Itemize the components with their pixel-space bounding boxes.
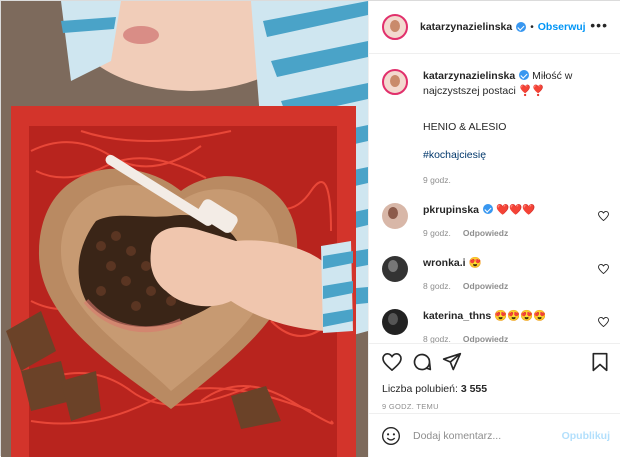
comments-section[interactable]: katarzynazielinska Miłość w najczystszej… [369, 54, 620, 343]
post-actions: Liczba polubień: 3 555 9 GODZ. TEMU [369, 343, 620, 413]
comment-item: wronka.i 😍 8 godz. Odpowiedz [382, 256, 609, 291]
posted-time: 9 GODZ. TEMU [382, 402, 439, 411]
verified-icon [519, 70, 530, 80]
comment-text: 😍😍😍😍 [494, 310, 547, 322]
author-username[interactable]: katarzynazielinska [420, 21, 512, 33]
action-icons [382, 350, 609, 374]
comment-text-line: katerina_thns 😍😍😍😍 [423, 309, 603, 324]
comment-text: 😍 [468, 257, 482, 269]
commenter-avatar[interactable] [382, 256, 408, 282]
comment-like-heart-icon[interactable] [598, 211, 609, 221]
comment-time: 9 godz. [423, 228, 451, 238]
comment-meta: 8 godz. Odpowiedz [423, 281, 603, 291]
share-icon[interactable] [442, 352, 462, 372]
commenter-avatar[interactable] [382, 203, 408, 229]
emoji-icon[interactable] [381, 426, 401, 446]
reply-button[interactable]: Odpowiedz [463, 281, 508, 291]
comment-username[interactable]: katerina_thns [423, 310, 491, 322]
comment-username[interactable]: wronka.i [423, 257, 466, 269]
post-header: katarzynazielinska • Obserwuj ••• [369, 1, 620, 54]
comment-text-line: pkrupinska ❤️❤️❤️ [423, 203, 603, 218]
comment-item: pkrupinska ❤️❤️❤️ 9 godz. Odpowiedz [382, 203, 609, 238]
reply-button[interactable]: Odpowiedz [463, 228, 508, 238]
comment-composer: Opublikuj [369, 413, 620, 457]
caption-time: 9 godz. [423, 175, 451, 185]
comment-like-heart-icon[interactable] [598, 317, 609, 327]
verified-icon [483, 204, 494, 214]
verified-icon [516, 22, 527, 32]
follow-button[interactable]: Obserwuj [538, 21, 586, 33]
caption: katarzynazielinska Miłość w najczystszej… [382, 69, 609, 185]
commenter-avatar[interactable] [382, 309, 408, 335]
instagram-post-window: katarzynazielinska • Obserwuj ••• katarz… [0, 0, 620, 457]
post-sidebar: katarzynazielinska • Obserwuj ••• katarz… [368, 1, 620, 457]
comment-text: ❤️❤️❤️ [495, 204, 536, 216]
comment-item: katerina_thns 😍😍😍😍 8 godz. Odpowiedz [382, 309, 609, 343]
hashtag-link[interactable]: #kochajciesię [423, 149, 603, 161]
reply-button[interactable]: Odpowiedz [463, 334, 508, 343]
caption-line2: HENIO & ALESIO [423, 121, 507, 133]
comment-input[interactable] [413, 429, 553, 442]
likes-label: Liczba polubień: [382, 383, 458, 395]
caption-avatar[interactable] [382, 69, 408, 95]
likes-count[interactable]: Liczba polubień: 3 555 [382, 383, 609, 395]
separator-dot: • [530, 21, 534, 33]
comment-username[interactable]: pkrupinska [423, 204, 479, 216]
caption-username[interactable]: katarzynazielinska [423, 70, 515, 82]
heart-icon[interactable] [382, 353, 402, 371]
caption-text-line: katarzynazielinska Miłość w najczystszej… [423, 69, 603, 99]
comment-meta: 9 godz. Odpowiedz [423, 228, 603, 238]
more-icon[interactable]: ••• [590, 18, 608, 32]
comment-time: 8 godz. [423, 281, 451, 291]
likes-number: 3 555 [460, 383, 488, 395]
post-photo[interactable] [1, 1, 368, 457]
comment-time: 8 godz. [423, 334, 451, 343]
bookmark-icon[interactable] [591, 352, 609, 372]
author-avatar[interactable] [382, 14, 408, 40]
comment-like-heart-icon[interactable] [598, 264, 609, 274]
publish-button[interactable]: Opublikuj [562, 430, 610, 442]
comment-text-line: wronka.i 😍 [423, 256, 603, 271]
chocolate-heart-image [1, 1, 368, 457]
comment-icon[interactable] [412, 352, 432, 372]
comment-meta: 8 godz. Odpowiedz [423, 334, 603, 343]
